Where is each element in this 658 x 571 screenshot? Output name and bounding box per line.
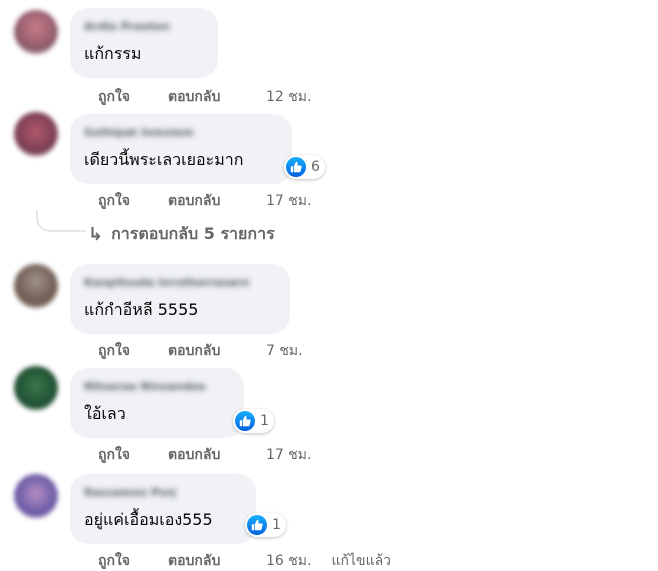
comment-bubble: Rassamon Porj อยู่แค่เอื้อมเอง555	[70, 474, 256, 544]
comment-text: เดียวนี้พระเลวเยอะมาก	[84, 150, 244, 169]
comment-actions: ถูกใจ ตอบกลับ 16 ชม. แก้ไขแล้ว	[98, 550, 391, 571]
like-button[interactable]: ถูกใจ	[98, 550, 168, 571]
comment-actions: ถูกใจ ตอบกลับ 17 ชม.	[98, 444, 311, 466]
comment-actions: ถูกใจ ตอบกลับ 7 ชม.	[98, 340, 303, 362]
comment-bubble: Nitsaraa Ninsandee ใอ้เลว	[70, 368, 244, 438]
like-button[interactable]: ถูกใจ	[98, 340, 168, 362]
comment-text: อยู่แค่เอื้อมเอง555	[84, 510, 213, 529]
reaction-count: 1	[260, 413, 269, 429]
reaction-badge[interactable]: 1	[233, 409, 274, 433]
thumbs-up-icon	[286, 157, 306, 177]
reaction-count: 1	[272, 517, 281, 533]
comment-bubble: Suthipat Inmsiem เดียวนี้พระเลวเยอะมาก	[70, 114, 292, 184]
reaction-badge[interactable]: 1	[245, 513, 286, 537]
reply-button[interactable]: ตอบกลับ	[168, 190, 266, 212]
like-button[interactable]: ถูกใจ	[98, 190, 168, 212]
comment-text: แก้กรรม	[84, 44, 142, 63]
comment-author[interactable]: Kanpitsuda Inrutherrasarn	[84, 274, 276, 292]
avatar[interactable]	[14, 112, 58, 156]
like-button[interactable]: ถูกใจ	[98, 86, 168, 108]
like-button[interactable]: ถูกใจ	[98, 444, 168, 466]
avatar[interactable]	[14, 264, 58, 308]
reply-button[interactable]: ตอบกลับ	[168, 550, 266, 571]
comment-timestamp[interactable]: 12 ชม.	[266, 86, 311, 108]
comment-timestamp[interactable]: 7 ชม.	[266, 340, 303, 362]
comment-text: ใอ้เลว	[84, 404, 126, 423]
comment-timestamp[interactable]: 17 ชม.	[266, 190, 311, 212]
comment-timestamp[interactable]: 16 ชม.	[266, 550, 311, 571]
comment-actions: ถูกใจ ตอบกลับ 12 ชม.	[98, 86, 311, 108]
avatar[interactable]	[14, 10, 58, 54]
thumbs-up-icon	[235, 411, 255, 431]
comment-actions: ถูกใจ ตอบกลับ 17 ชม.	[98, 190, 311, 212]
reaction-badge[interactable]: 6	[284, 155, 325, 179]
thread-connector	[36, 210, 86, 232]
edited-label[interactable]: แก้ไขแล้ว	[331, 550, 391, 571]
thumbs-up-icon	[247, 515, 267, 535]
comment-text: แก้กำอีหลี 5555	[84, 300, 199, 319]
reply-button[interactable]: ตอบกลับ	[168, 86, 266, 108]
comment-author[interactable]: Nitsaraa Ninsandee	[84, 378, 230, 396]
comment-author[interactable]: Rassamon Porj	[84, 484, 242, 502]
avatar[interactable]	[14, 366, 58, 410]
avatar[interactable]	[14, 474, 58, 518]
view-replies-link[interactable]: ↳ การตอบกลับ 5 รายการ	[88, 222, 275, 247]
reply-button[interactable]: ตอบกลับ	[168, 340, 266, 362]
comment-author[interactable]: Suthipat Inmsiem	[84, 124, 278, 142]
reply-button[interactable]: ตอบกลับ	[168, 444, 266, 466]
reaction-count: 6	[311, 159, 320, 175]
comment-bubble: Ardie Preeten แก้กรรม	[70, 8, 218, 78]
reply-arrow-icon: ↳	[88, 224, 104, 245]
view-replies-label: การตอบกลับ 5 รายการ	[111, 224, 275, 243]
comment-bubble: Kanpitsuda Inrutherrasarn แก้กำอีหลี 555…	[70, 264, 290, 334]
comment-author[interactable]: Ardie Preeten	[84, 18, 204, 36]
comment-timestamp[interactable]: 17 ชม.	[266, 444, 311, 466]
